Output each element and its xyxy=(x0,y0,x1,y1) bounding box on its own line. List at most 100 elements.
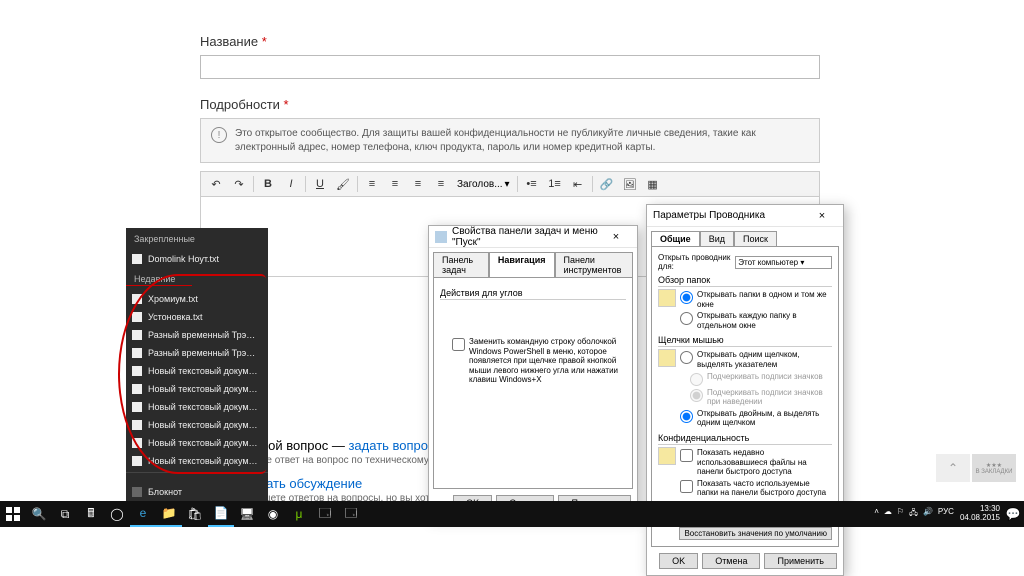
explorer-icon[interactable]: 📁 xyxy=(156,501,182,527)
task-view-icon[interactable]: ⧉ xyxy=(52,501,78,527)
powershell-checkbox-row[interactable]: Заменить командную строку оболочкой Wind… xyxy=(440,336,626,386)
cortana-icon[interactable]: ◯ xyxy=(104,501,130,527)
tray-up-icon[interactable]: ˄ xyxy=(874,507,879,521)
radio-same-window[interactable] xyxy=(680,291,693,304)
powershell-checkbox[interactable] xyxy=(452,338,465,351)
tray-network-icon[interactable]: 🖧 xyxy=(909,507,918,521)
radio-separate-window-label: Открывать каждую папку в отдельном окне xyxy=(697,311,832,330)
jump-list-pinned-header: Закрепленные xyxy=(126,228,268,250)
radio-double-click-label: Открывать двойным, а выделять одним щелч… xyxy=(697,409,832,428)
taskbar-properties-dialog: Свойства панели задач и меню "Пуск" × Па… xyxy=(428,225,638,518)
tray-lang[interactable]: РУС xyxy=(938,507,954,521)
tray-onedrive-icon[interactable]: ☁ xyxy=(884,507,892,521)
dialog-title: Свойства панели задач и меню "Пуск" xyxy=(452,226,601,248)
edge-icon[interactable]: e xyxy=(130,501,156,527)
control-panel-icon[interactable]: 🖥 xyxy=(234,501,260,527)
image-button[interactable]: 🖼 xyxy=(619,174,641,194)
notifications-icon[interactable]: 💬 xyxy=(1006,501,1020,527)
format-dropdown[interactable]: Заголов... ▾ xyxy=(453,179,514,190)
dialog-title: Параметры Проводника xyxy=(653,210,807,221)
align-left-button[interactable]: ≡ xyxy=(361,174,383,194)
cursor-icon xyxy=(658,349,676,367)
ok-button[interactable]: OK xyxy=(659,553,698,569)
jump-list-item[interactable]: Новый текстовый документ (3).txt xyxy=(126,434,268,452)
scroll-to-top-button[interactable]: ⌃ xyxy=(936,454,970,482)
powershell-checkbox-label: Заменить командную строку оболочкой Wind… xyxy=(469,337,626,385)
radio-single-click[interactable] xyxy=(680,351,693,364)
app-icon-2[interactable]: 🗔 xyxy=(338,501,364,527)
checkbox-recent-files[interactable] xyxy=(680,449,693,462)
radio-underline-hover xyxy=(690,389,703,402)
tab-search[interactable]: Поиск xyxy=(734,231,777,246)
outdent-button[interactable]: ⇤ xyxy=(567,174,589,194)
jump-list-item[interactable]: Устоновка.txt xyxy=(126,308,268,326)
title-input[interactable] xyxy=(200,55,820,79)
jump-list-recent-header: Недавние xyxy=(126,268,268,290)
group-corner-actions: Действия для углов xyxy=(440,288,626,300)
radio-single-click-label: Открывать одним щелчком, выделять указат… xyxy=(697,350,832,369)
cancel-button[interactable]: Отмена xyxy=(702,553,760,569)
ol-button[interactable]: 1≡ xyxy=(544,174,566,194)
details-label: Подробности * xyxy=(200,97,820,112)
jump-list-item[interactable]: Разный временный Трэш.txt xyxy=(126,326,268,344)
radio-underline-ie-label: Подчеркивать подписи значков xyxy=(707,372,823,382)
radio-separate-window[interactable] xyxy=(680,312,693,325)
jump-list-item[interactable]: Новый текстовый документ_2.txt xyxy=(126,380,268,398)
jump-list: Закрепленные Domolink Ноут.txt Недавние … xyxy=(126,228,268,519)
tab-navigation[interactable]: Навигация xyxy=(489,252,555,277)
jump-list-item[interactable]: Хромиум.txt xyxy=(126,290,268,308)
calculator-icon[interactable]: 🖩 xyxy=(78,501,104,527)
bold-button[interactable]: B xyxy=(257,174,279,194)
tray-volume-icon[interactable]: 🔊 xyxy=(923,507,933,521)
jump-list-item[interactable]: Новый текстовый документ (4).txt xyxy=(126,416,268,434)
strike-button[interactable]: 🖌 xyxy=(332,174,354,194)
checkbox-frequent-folders[interactable] xyxy=(680,480,693,493)
tab-toolbars[interactable]: Панели инструментов xyxy=(555,252,633,277)
tray-defender-icon[interactable]: ⚐ xyxy=(897,507,904,521)
title-label: Название * xyxy=(200,34,820,49)
undo-button[interactable]: ↶ xyxy=(205,174,227,194)
notepad-icon[interactable]: 📄 xyxy=(208,501,234,527)
jump-list-app[interactable]: Блокнот xyxy=(126,483,268,501)
jump-list-item[interactable]: Разный временный Трэш (2).txt xyxy=(126,344,268,362)
tab-view[interactable]: Вид xyxy=(700,231,734,246)
search-icon[interactable]: 🔍 xyxy=(26,501,52,527)
jump-list-item[interactable]: Новый текстовый документ_1.txt xyxy=(126,398,268,416)
ask-question-link[interactable]: задать вопрос xyxy=(348,438,434,453)
open-in-select[interactable]: Этот компьютер ▾ xyxy=(735,256,832,269)
radio-double-click[interactable] xyxy=(680,410,693,423)
jump-list-item[interactable]: Domolink Ноут.txt xyxy=(126,250,268,268)
app-icon[interactable]: 🗔 xyxy=(312,501,338,527)
info-icon: ! xyxy=(211,127,227,143)
align-justify-button[interactable]: ≡ xyxy=(430,174,452,194)
apply-button[interactable]: Применить xyxy=(764,553,837,569)
group-browse: Обзор папок xyxy=(658,275,832,287)
start-button[interactable] xyxy=(0,501,26,527)
close-button[interactable]: × xyxy=(601,228,631,246)
open-in-label: Открыть проводник для: xyxy=(658,253,731,271)
store-icon[interactable]: 🛍 xyxy=(182,501,208,527)
chrome-icon[interactable]: ◉ xyxy=(260,501,286,527)
taskbar: 🔍 ⧉ 🖩 ◯ e 📁 🛍 📄 🖥 ◉ μ 🗔 🗔 ˄ ☁ ⚐ 🖧 🔊 РУС … xyxy=(0,501,1024,527)
bookmark-widget[interactable]: ★★★В ЗАКЛАДКИ xyxy=(972,454,1016,482)
link-button[interactable]: 🔗 xyxy=(596,174,618,194)
align-center-button[interactable]: ≡ xyxy=(384,174,406,194)
privacy-warning: ! Это открытое сообщество. Для защиты ва… xyxy=(200,118,820,163)
tab-general[interactable]: Общие xyxy=(651,231,700,246)
ul-button[interactable]: •≡ xyxy=(521,174,543,194)
jump-list-item[interactable]: Новый текстовый документ (2)_1.t... xyxy=(126,452,268,470)
restore-defaults-button[interactable]: Восстановить значения по умолчанию xyxy=(679,527,832,540)
privacy-warning-text: Это открытое сообщество. Для защиты ваше… xyxy=(235,127,809,154)
torrent-icon[interactable]: μ xyxy=(286,501,312,527)
underline-button[interactable]: U xyxy=(309,174,331,194)
table-button[interactable]: ▦ xyxy=(642,174,664,194)
close-button[interactable]: × xyxy=(807,207,837,225)
jump-list-item[interactable]: Новый текстовый документ_6.txt xyxy=(126,362,268,380)
italic-button[interactable]: I xyxy=(280,174,302,194)
privacy-icon xyxy=(658,447,676,465)
tab-taskbar[interactable]: Панель задач xyxy=(433,252,489,277)
align-right-button[interactable]: ≡ xyxy=(407,174,429,194)
redo-button[interactable]: ↷ xyxy=(228,174,250,194)
taskbar-clock[interactable]: 13:30 04.08.2015 xyxy=(960,505,1000,523)
radio-underline-hover-label: Подчеркивать подписи значков при наведен… xyxy=(707,388,832,407)
